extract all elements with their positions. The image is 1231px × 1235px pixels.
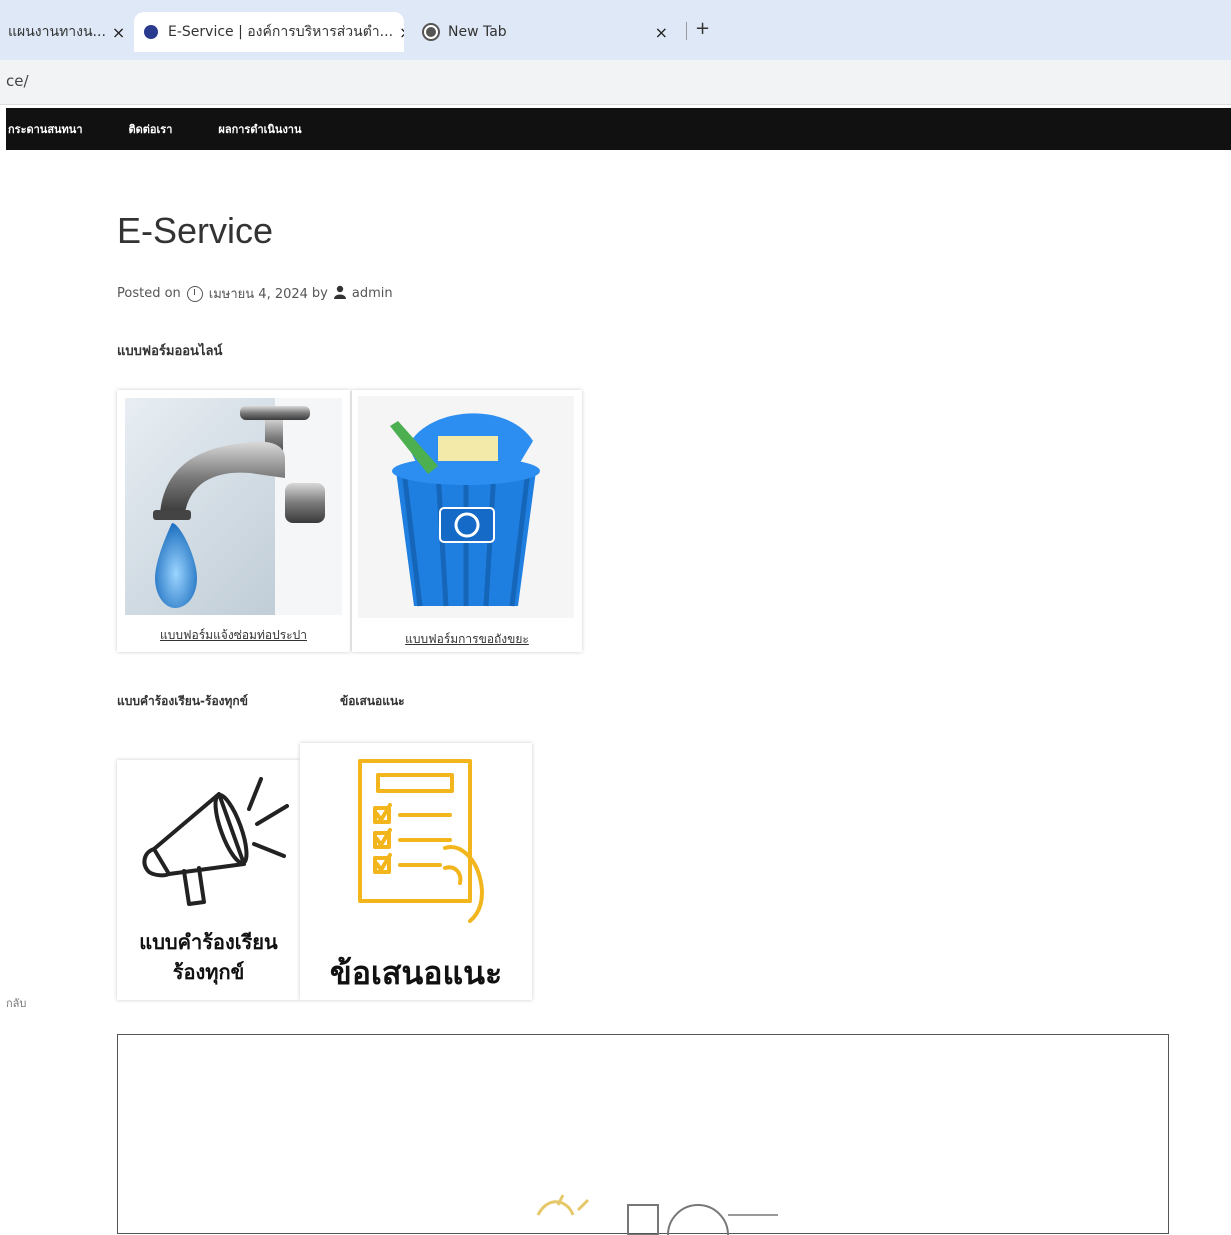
- suggestion-heading: ข้อเสนอแนะ: [340, 694, 405, 708]
- url-text[interactable]: ce/: [6, 72, 29, 90]
- complaint-form-card[interactable]: แบบคำร้องเรียน ร้องทุกข์: [117, 760, 300, 1000]
- posted-on-label: Posted on: [117, 286, 181, 301]
- complaint-card-line2: ร้องทุกข์: [172, 960, 245, 984]
- new-tab-button[interactable]: +: [695, 18, 710, 39]
- chrome-icon: [424, 25, 438, 39]
- bottom-decoration: [536, 1194, 778, 1235]
- browser-tab-2[interactable]: E-Service | องค์การบริหารส่วนตำ... ×: [134, 12, 404, 52]
- close-icon[interactable]: ×: [106, 23, 130, 42]
- clock-icon: [186, 285, 203, 302]
- water-repair-form-card[interactable]: แบบฟอร์มแจ้งซ่อมท่อประปา: [117, 390, 350, 652]
- address-bar[interactable]: ce/: [0, 60, 1231, 105]
- online-forms-heading: แบบฟอร์มออนไลน์: [117, 344, 223, 359]
- trash-form-caption[interactable]: แบบฟอร์มการขอถังขยะ: [352, 630, 582, 649]
- water-tap-image[interactable]: [125, 398, 342, 615]
- recycle-bin-image[interactable]: [358, 396, 574, 618]
- suggestion-form-card[interactable]: ข้อเสนอแนะ: [300, 743, 532, 1000]
- close-icon[interactable]: ×: [393, 23, 404, 42]
- site-nav: กระดานสนทนา ติดต่อเรา ผลการดำเนินงาน: [6, 108, 1231, 150]
- post-date[interactable]: เมษายน 4, 2024: [209, 283, 308, 304]
- complaint-card-line1: แบบคำร้องเรียน: [139, 930, 278, 954]
- post-author[interactable]: admin: [352, 286, 393, 301]
- by-label: by: [311, 286, 328, 301]
- complaint-card-text: แบบคำร้องเรียน ร้องทุกข์: [117, 927, 300, 987]
- post-meta: Posted on เมษายน 4, 2024 by admin: [117, 283, 393, 304]
- tab-label: แผนงานทางน...: [8, 24, 106, 40]
- suggestion-card-text: ข้อเสนอแนะ: [329, 954, 503, 992]
- tab-label: New Tab: [448, 24, 507, 40]
- browser-tab-3[interactable]: New Tab ×: [414, 12, 684, 52]
- user-icon: [333, 285, 346, 303]
- page-title: E-Service: [117, 210, 274, 251]
- megaphone-icon[interactable]: [129, 764, 289, 914]
- nav-item-contact[interactable]: ติดต่อเรา: [129, 120, 173, 138]
- tab-separator: [686, 22, 687, 40]
- bottom-image-frame: [117, 1034, 1169, 1235]
- side-text: กลับ: [6, 997, 27, 1010]
- water-form-caption[interactable]: แบบฟอร์มแจ้งซ่อมท่อประปา: [117, 626, 350, 645]
- close-icon[interactable]: ×: [649, 23, 674, 42]
- tab-label: E-Service | องค์การบริหารส่วนตำ...: [168, 24, 394, 40]
- trash-bin-form-card[interactable]: แบบฟอร์มการขอถังขยะ: [352, 390, 582, 652]
- tab-favicon-icon: [144, 25, 158, 39]
- document-hand-icon[interactable]: [350, 753, 510, 923]
- nav-item-performance[interactable]: ผลการดำเนินงาน: [218, 120, 301, 138]
- nav-item-forum[interactable]: กระดานสนทนา: [8, 120, 83, 138]
- browser-tab-bar: แผนงานทางน... × E-Service | องค์การบริหา…: [0, 0, 1231, 60]
- browser-tab-1[interactable]: แผนงานทางน... ×: [0, 12, 130, 52]
- complaint-heading: แบบคำร้องเรียน-ร้องทุกข์: [117, 694, 248, 708]
